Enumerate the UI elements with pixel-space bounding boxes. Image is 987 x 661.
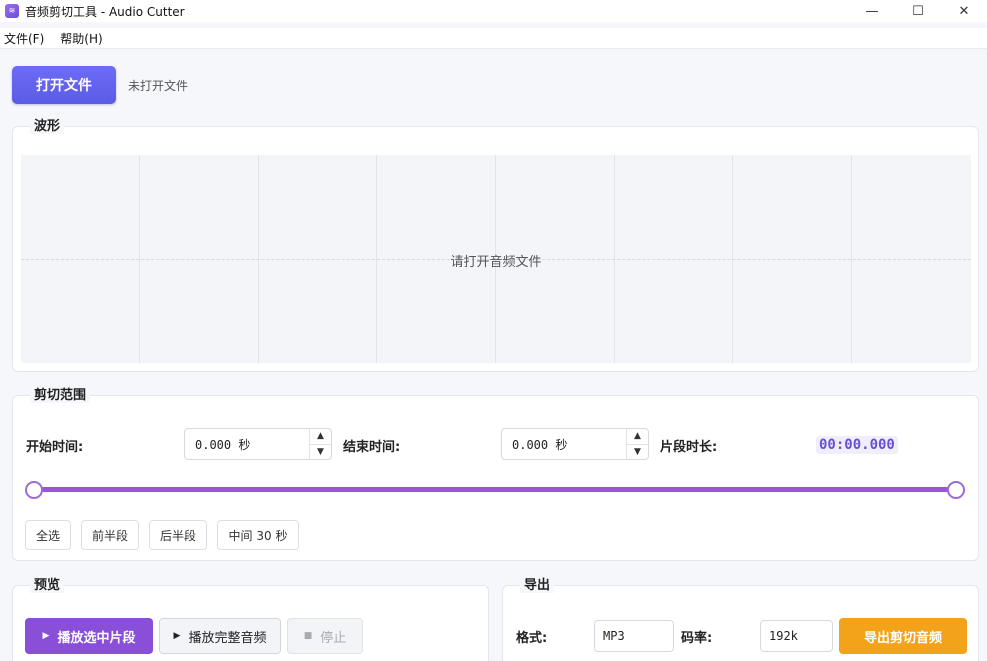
duration-value: 00:00.000 (816, 436, 898, 454)
format-label: 格式: (516, 631, 548, 646)
end-time-stepper[interactable]: ▲ ▼ (626, 429, 648, 459)
export-group-title: 导出 (520, 574, 555, 593)
start-decrement-icon[interactable]: ▼ (310, 443, 331, 460)
audio-wave-icon: ≋ (5, 4, 19, 18)
cut-range-group-title: 剪切范围 (30, 384, 91, 403)
bitrate-select[interactable]: 192k (760, 620, 833, 652)
start-time-label: 开始时间: (26, 440, 84, 455)
end-decrement-icon[interactable]: ▼ (627, 443, 648, 460)
waveform-canvas[interactable]: 请打开音频文件 (21, 155, 971, 363)
window-title: 音频剪切工具 - Audio Cutter (25, 4, 185, 19)
waveform-group-title: 波形 (30, 115, 65, 134)
end-time-value[interactable]: 0.000 秒 (502, 436, 626, 453)
play-full-label: 播放完整音频 (188, 630, 267, 646)
range-start-handle[interactable] (25, 481, 43, 499)
second-half-button[interactable]: 后半段 (149, 520, 207, 550)
play-icon: ▶ (42, 631, 50, 641)
select-all-button[interactable]: 全选 (25, 520, 71, 550)
open-file-button[interactable]: 打开文件 (12, 66, 116, 104)
start-increment-icon[interactable]: ▲ (310, 429, 331, 444)
end-increment-icon[interactable]: ▲ (627, 429, 648, 444)
maximize-button[interactable]: ☐ (895, 0, 941, 22)
window-controls: — ☐ ✕ (849, 0, 987, 22)
stop-icon: ■ (303, 631, 313, 641)
bitrate-label: 码率: (681, 631, 713, 646)
minimize-button[interactable]: — (849, 0, 895, 22)
menu-help[interactable]: 帮助(H) (56, 30, 110, 47)
end-time-spinbox[interactable]: 0.000 秒 ▲ ▼ (501, 428, 649, 460)
export-button[interactable]: 导出剪切音频 (839, 618, 967, 654)
title-bar: ≋ 音频剪切工具 - Audio Cutter — ☐ ✕ (0, 0, 987, 22)
waveform-placeholder: 请打开音频文件 (450, 255, 542, 270)
menu-file[interactable]: 文件(F) (0, 30, 52, 47)
close-button[interactable]: ✕ (941, 0, 987, 22)
play-selection-button[interactable]: ▶ 播放选中片段 (25, 618, 153, 654)
menu-bar: 文件(F) 帮助(H) (0, 28, 987, 48)
start-time-stepper[interactable]: ▲ ▼ (309, 429, 331, 459)
duration-label: 片段时长: (660, 440, 718, 455)
file-status-label: 未打开文件 (128, 79, 189, 93)
play-full-button[interactable]: ▶ 播放完整音频 (159, 618, 281, 654)
start-time-spinbox[interactable]: 0.000 秒 ▲ ▼ (184, 428, 332, 460)
end-time-label: 结束时间: (343, 440, 401, 455)
start-time-value[interactable]: 0.000 秒 (185, 436, 309, 453)
play-selection-label: 播放选中片段 (57, 630, 136, 646)
range-end-handle[interactable] (947, 481, 965, 499)
middle-30s-button[interactable]: 中间 30 秒 (217, 520, 299, 550)
first-half-button[interactable]: 前半段 (81, 520, 139, 550)
play-icon: ▶ (173, 631, 181, 641)
format-select[interactable]: MP3 (594, 620, 674, 652)
range-slider-track[interactable] (34, 487, 956, 492)
stop-label: 停止 (320, 630, 347, 646)
preview-group-title: 预览 (30, 574, 65, 593)
menu-divider (0, 48, 987, 49)
stop-button[interactable]: ■ 停止 (287, 618, 363, 654)
